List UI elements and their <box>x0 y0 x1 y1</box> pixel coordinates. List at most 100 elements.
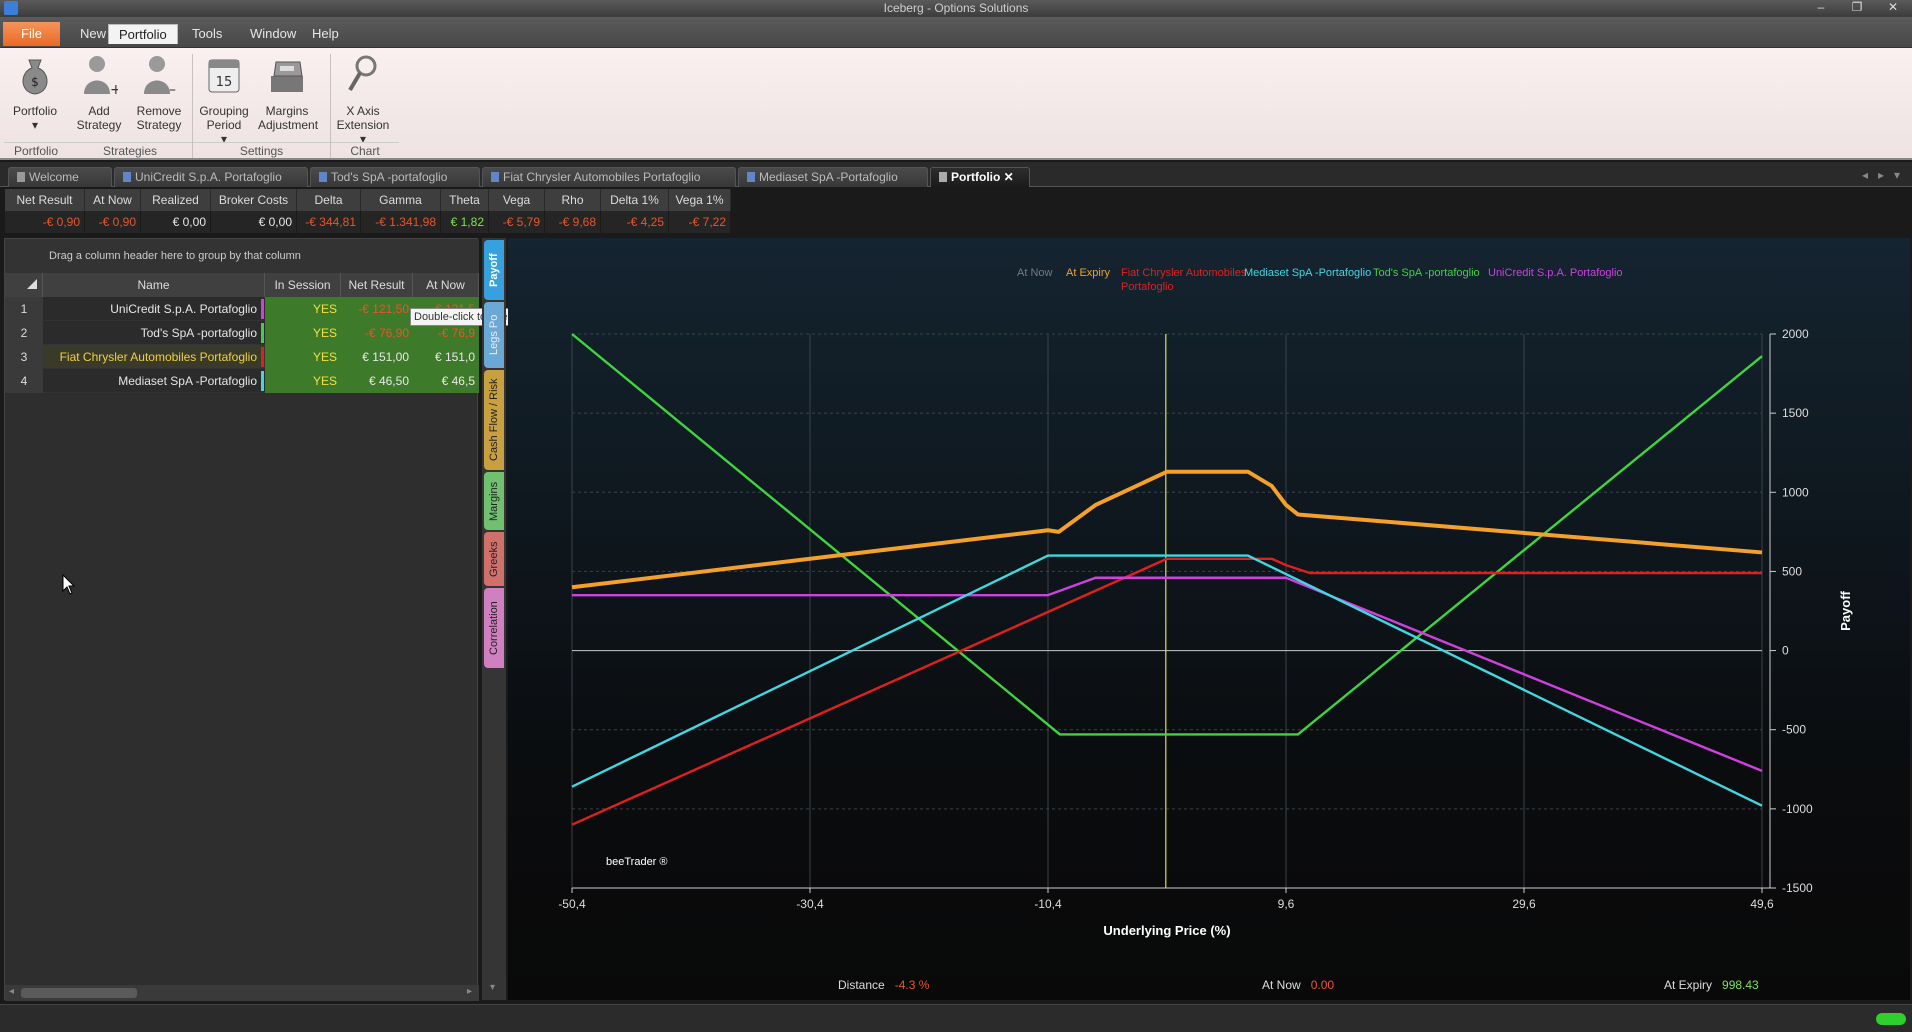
summary-header-delta-1-: Delta 1% <box>601 189 669 211</box>
legend-entry[interactable]: At Now <box>1017 267 1053 279</box>
tab-tods[interactable]: Tod's SpA -portafoglio <box>310 167 480 187</box>
side-tab-legs[interactable]: Legs Po <box>484 302 504 368</box>
y-tick-label: 1000 <box>1782 485 1809 499</box>
tab-list-icon[interactable]: ▾ <box>1894 168 1900 182</box>
row-name: UniCredit S.p.A. Portafoglio <box>110 302 257 316</box>
at-expiry-value: 998.43 <box>1722 978 1759 992</box>
column-header-in-session[interactable]: In Session <box>265 273 341 297</box>
mouse-cursor-icon <box>62 574 76 595</box>
title-bar: Iceberg - Options Solutions – ❐ ✕ <box>0 0 1912 17</box>
x-tick-label: 29,6 <box>1512 897 1536 911</box>
row-at-now: € 46,5 <box>413 369 479 393</box>
table-row[interactable]: 2 Tod's SpA -portafoglio YES -€ 76,90 -€ 76,… <box>5 321 479 345</box>
grouping-period-button[interactable]: 15 Grouping Period ▾ <box>195 52 253 146</box>
tab-mediaset[interactable]: Mediaset SpA -Portafoglio <box>738 167 928 187</box>
scrollbar-thumb[interactable] <box>21 988 137 998</box>
row-index: 3 <box>5 345 43 369</box>
table-row[interactable]: 3 Fiat Chrysler Automobiles Portafoglio YE… <box>5 345 479 369</box>
legend-entry[interactable]: Fiat Chrysler Automobiles Portafoglio <box>1121 267 1247 293</box>
x-tick-label: -10,4 <box>1034 897 1062 911</box>
payoff-chart[interactable]: -50,4 -30,4 -10,4 9,6 29,6 49,6 2000 1500 1000 50… <box>508 238 1910 1000</box>
series-line-fiat-chrysler-automobiles-portafoglio <box>571 557 1762 826</box>
y-tick-label: 1500 <box>1782 406 1809 420</box>
money-bag-icon: $ <box>22 59 48 95</box>
summary-value-theta: € 1,82 <box>441 211 489 233</box>
menu-tools[interactable]: Tools <box>182 24 232 44</box>
summary-value-broker-costs: € 0,00 <box>211 211 297 233</box>
remove-strategy-button[interactable]: – Remove Strategy <box>130 52 188 132</box>
portfolio-button[interactable]: $ Portfolio ▾ <box>6 52 64 132</box>
scroll-left-icon[interactable]: ◂ <box>9 986 14 997</box>
menu-portfolio[interactable]: Portfolio <box>108 24 178 44</box>
side-tab-payoff[interactable]: Payoff <box>484 240 504 300</box>
row-net-result: € 46,50 <box>341 369 413 393</box>
side-tab-margins[interactable]: Margins <box>484 472 504 530</box>
sort-triangle-icon <box>27 279 37 289</box>
margins-adjustment-button[interactable]: Margins Adjustment <box>258 52 318 132</box>
scroll-right-icon[interactable]: ▸ <box>467 986 472 997</box>
table-row[interactable]: 1 UniCredit S.p.A. Portafoglio YES -€ 121,5… <box>5 297 479 321</box>
column-header-index[interactable] <box>5 273 43 297</box>
tab-fiat[interactable]: Fiat Chrysler Automobiles Portafoglio <box>482 167 736 187</box>
side-tab-greeks[interactable]: Greeks <box>484 532 504 586</box>
legend-entry[interactable]: At Expiry <box>1066 267 1111 279</box>
menu-window[interactable]: Window <box>240 24 306 44</box>
column-header-net-result[interactable]: Net Result <box>341 273 413 297</box>
legend-entry[interactable]: Tod's SpA -portafoglio <box>1373 267 1480 279</box>
tab-scroll-left-icon[interactable]: ◂ <box>1862 168 1868 182</box>
column-header-name[interactable]: Name <box>43 273 265 297</box>
row-at-now: € 151,0 <box>413 345 479 369</box>
summary-header-rho: Rho <box>545 189 601 211</box>
menu-help[interactable]: Help <box>302 24 349 44</box>
tab-portfolio[interactable]: Portfolio ✕ <box>930 167 1030 187</box>
minimize-icon[interactable]: – <box>1810 0 1832 17</box>
group-settings-label: Settings <box>193 142 330 158</box>
tab-welcome[interactable]: Welcome <box>8 167 112 187</box>
summary-value-realized: € 0,00 <box>141 211 211 233</box>
menu-file[interactable]: File <box>3 22 60 46</box>
group-chart-label: Chart <box>331 142 399 158</box>
row-in-session: YES <box>265 297 341 321</box>
remove-person-icon: – <box>144 56 176 98</box>
summary-header-net-result: Net Result <box>5 189 85 211</box>
x-tick-label: 9,6 <box>1278 897 1295 911</box>
column-header-at-now[interactable]: At Now <box>413 273 479 297</box>
document-tabs: Welcome UniCredit S.p.A. Portafoglio Tod… <box>0 162 1912 187</box>
svg-text:15: 15 <box>216 75 233 90</box>
window-title: Iceberg - Options Solutions <box>883 1 1029 15</box>
series-line-at-expiry <box>571 469 1763 590</box>
tab-unicredit[interactable]: UniCredit S.p.A. Portafoglio <box>114 167 308 187</box>
group-strategies-label: Strategies <box>68 142 192 158</box>
restore-icon[interactable]: ❐ <box>1846 0 1868 17</box>
y-tick-label: 2000 <box>1782 327 1809 341</box>
portfolio-button-label: Portfolio <box>12 104 58 118</box>
summary-header-at-now: At Now <box>85 189 141 211</box>
summary-value-rho: -€ 9,68 <box>545 211 601 233</box>
distance-readout: Distance -4.3 % <box>838 978 930 992</box>
strategy-icon <box>747 172 755 182</box>
strategy-icon <box>491 172 499 182</box>
table-row[interactable]: 4 Mediaset SpA -Portafoglio YES € 46,50 € 46… <box>5 369 479 393</box>
close-tab-icon[interactable]: ✕ <box>1004 170 1014 184</box>
summary-value-delta-1-: -€ 4,25 <box>601 211 669 233</box>
series-line-tod-s-spa-portafoglio <box>571 333 1763 736</box>
side-tab-correlation[interactable]: Correlation <box>484 588 504 668</box>
row-in-session: YES <box>265 369 341 393</box>
y-axis-label: Payoff <box>1838 590 1853 630</box>
row-color-marker <box>261 371 264 391</box>
horizontal-scrollbar[interactable]: ◂ ▸ <box>5 985 479 1001</box>
add-strategy-button[interactable]: + Add Strategy <box>70 52 128 132</box>
legend-entry[interactable]: Mediaset SpA -Portafoglio <box>1244 267 1371 279</box>
row-net-result: -€ 76,90 <box>341 321 413 345</box>
side-tabs-down-icon[interactable]: ▾ <box>490 982 495 993</box>
x-axis-extension-button[interactable]: X Axis Extension ▾ <box>334 52 392 146</box>
distance-value: -4.3 % <box>894 978 930 992</box>
summary-value-gamma: -€ 1.341,98 <box>361 211 441 233</box>
close-window-icon[interactable]: ✕ <box>1882 0 1904 17</box>
home-icon <box>17 172 25 182</box>
side-tab-cashflow[interactable]: Cash Flow / Risk <box>484 370 504 470</box>
tab-scroll-right-icon[interactable]: ▸ <box>1878 168 1884 182</box>
legend-entry[interactable]: UniCredit S.p.A. Portafoglio <box>1488 267 1623 279</box>
y-tick-label: -500 <box>1782 723 1806 737</box>
series-line-mediaset-spa-portafoglio <box>571 554 1763 807</box>
